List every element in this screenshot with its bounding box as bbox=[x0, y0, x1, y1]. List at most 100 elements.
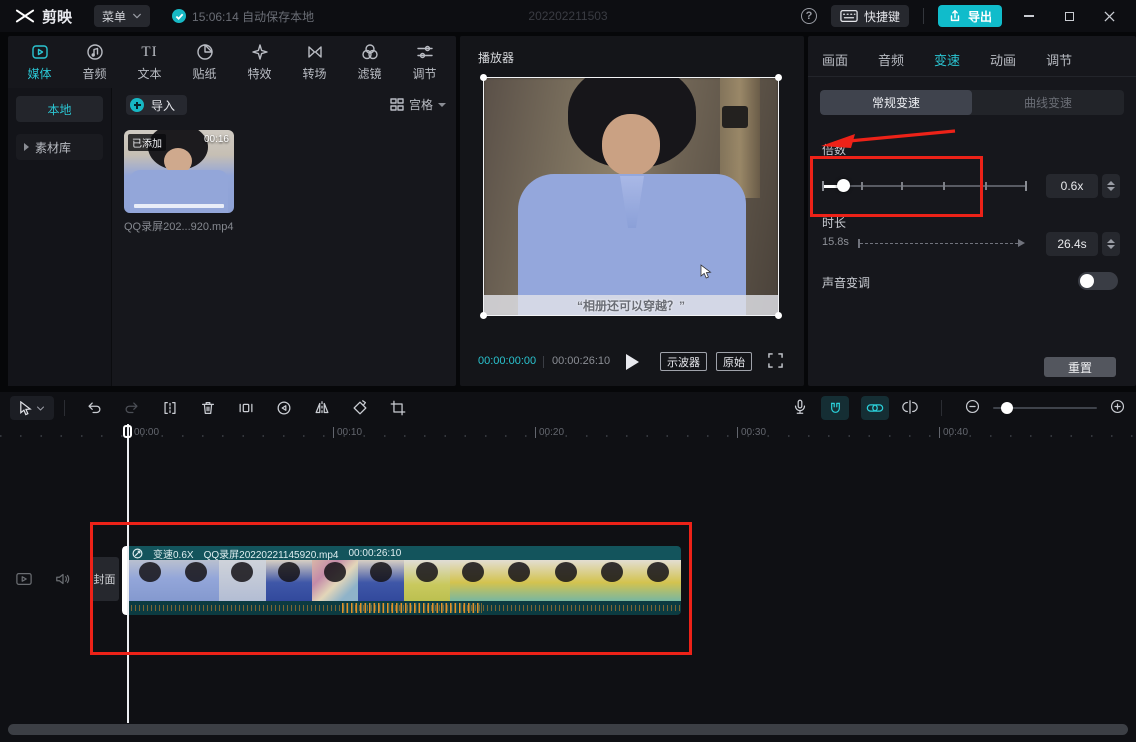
record-audio-button[interactable] bbox=[791, 398, 809, 419]
play-button[interactable] bbox=[626, 354, 639, 370]
keyboard-icon bbox=[840, 9, 858, 23]
aspect-ratio-button[interactable]: 原始 bbox=[716, 352, 752, 371]
timeline-ruler[interactable]: 00:00 00:10 00:20 00:30 00:40 bbox=[0, 424, 1136, 446]
tab-adjust[interactable]: 调节 bbox=[400, 42, 450, 88]
select-tool-icon bbox=[19, 401, 32, 416]
sidebar-item-library[interactable]: 素材库 bbox=[16, 134, 103, 160]
curve-speed-option[interactable]: 曲线变速 bbox=[972, 90, 1124, 115]
magnet-icon bbox=[827, 400, 844, 417]
titlebar-divider bbox=[923, 8, 924, 24]
normal-speed-option[interactable]: 常规变速 bbox=[820, 90, 972, 115]
help-icon[interactable]: ? bbox=[801, 8, 817, 24]
pitch-toggle[interactable] bbox=[1078, 272, 1118, 290]
maximize-button[interactable] bbox=[1056, 3, 1082, 29]
sidebar-item-local[interactable]: 本地 bbox=[16, 96, 103, 122]
scope-button[interactable]: 示波器 bbox=[660, 352, 707, 371]
zoom-out-icon bbox=[964, 398, 981, 415]
zoom-out-button[interactable] bbox=[964, 398, 981, 418]
undo-button[interactable] bbox=[75, 399, 113, 417]
selection-handle[interactable] bbox=[480, 312, 487, 319]
reverse-button[interactable] bbox=[265, 399, 303, 417]
zoom-slider-knob[interactable] bbox=[1001, 402, 1013, 414]
transition-icon bbox=[305, 42, 325, 62]
adjust-icon bbox=[415, 42, 435, 62]
split-button[interactable] bbox=[151, 399, 189, 417]
mirror-button[interactable] bbox=[303, 399, 341, 417]
speed-stepper[interactable] bbox=[1102, 174, 1120, 198]
tab-sticker[interactable]: 贴纸 bbox=[180, 42, 230, 88]
text-icon: TI bbox=[141, 42, 157, 62]
crop-button[interactable] bbox=[379, 399, 417, 417]
speaker-icon bbox=[55, 572, 71, 586]
undo-icon bbox=[85, 399, 103, 417]
fullscreen-icon bbox=[768, 353, 783, 368]
horizontal-scrollbar[interactable] bbox=[8, 724, 1128, 735]
selection-handle[interactable] bbox=[480, 74, 487, 81]
stepper-down-icon bbox=[1107, 245, 1115, 249]
tab-audio-settings[interactable]: 音频 bbox=[878, 50, 904, 69]
plus-icon bbox=[130, 98, 144, 112]
reverse-icon bbox=[275, 399, 293, 417]
close-icon bbox=[1104, 11, 1115, 22]
duration-stepper[interactable] bbox=[1102, 232, 1120, 256]
zoom-in-button[interactable] bbox=[1109, 398, 1126, 418]
shortcuts-button[interactable]: 快捷键 bbox=[831, 5, 909, 27]
cursor-pointer-icon bbox=[700, 264, 713, 280]
tab-adjustment[interactable]: 调节 bbox=[1046, 50, 1072, 69]
import-button[interactable]: 导入 bbox=[126, 95, 187, 115]
layout-mode-selector[interactable]: 宫格 bbox=[390, 96, 446, 113]
tab-animation[interactable]: 动画 bbox=[990, 50, 1016, 69]
selection-handle[interactable] bbox=[775, 74, 782, 81]
fullscreen-button[interactable] bbox=[768, 353, 783, 371]
tab-audio[interactable]: 音频 bbox=[70, 42, 120, 88]
speed-mode-switch: 常规变速 曲线变速 bbox=[820, 90, 1124, 115]
freeze-frame-button[interactable] bbox=[227, 399, 265, 417]
magnetic-snap-button[interactable] bbox=[821, 396, 849, 420]
speed-value-input[interactable]: 0.6x bbox=[1046, 174, 1098, 198]
sticker-icon bbox=[195, 42, 215, 62]
minimize-icon bbox=[1024, 15, 1034, 17]
select-tool-button[interactable] bbox=[10, 396, 54, 420]
media-panel: 媒体 音频 TI 文本 贴纸 特效 转场 bbox=[8, 36, 456, 386]
delete-button[interactable] bbox=[189, 399, 227, 417]
tab-picture[interactable]: 画面 bbox=[822, 50, 848, 69]
minimize-button[interactable] bbox=[1016, 3, 1042, 29]
media-thumbnail[interactable]: 已添加 00:16 bbox=[124, 130, 234, 213]
crop-icon bbox=[389, 399, 407, 417]
track-video-icon bbox=[16, 572, 32, 586]
tab-media[interactable]: 媒体 bbox=[15, 42, 65, 88]
preview-axis-button[interactable] bbox=[901, 398, 919, 419]
media-source-sidebar: 本地 素材库 bbox=[8, 88, 112, 386]
split-icon bbox=[161, 399, 179, 417]
tab-text[interactable]: TI 文本 bbox=[125, 42, 175, 88]
tab-transition[interactable]: 转场 bbox=[290, 42, 340, 88]
timeline-zoom-slider[interactable] bbox=[993, 407, 1097, 409]
annotation-rect-speed-slider bbox=[810, 156, 983, 217]
toggle-track-button[interactable] bbox=[16, 572, 32, 589]
total-timecode: 00:00:26:10 bbox=[552, 355, 610, 367]
clip-duration: 00:16 bbox=[204, 134, 229, 145]
auto-link-button[interactable] bbox=[861, 396, 889, 420]
titlebar: 剪映 菜单 15:06:14 自动保存本地 202202211503 ? 快捷键 bbox=[0, 0, 1136, 32]
tab-filter[interactable]: 滤镜 bbox=[345, 42, 395, 88]
menu-button[interactable]: 菜单 bbox=[94, 5, 150, 27]
rotate-button[interactable] bbox=[341, 399, 379, 417]
mute-track-button[interactable] bbox=[55, 572, 71, 589]
video-preview[interactable]: “相册还可以穿越？” bbox=[483, 77, 779, 316]
clip-filename: QQ录屏202...920.mp4 bbox=[124, 218, 240, 234]
tab-speed[interactable]: 变速 bbox=[934, 50, 960, 69]
duration-value-input[interactable]: 26.4s bbox=[1046, 232, 1098, 256]
media-icon bbox=[30, 42, 50, 62]
duration-arrow-line bbox=[860, 243, 1018, 244]
chevron-down-icon bbox=[438, 103, 446, 107]
preview-axis-icon bbox=[901, 398, 919, 416]
chevron-down-icon bbox=[36, 404, 45, 413]
reset-button[interactable]: 重置 bbox=[1044, 357, 1116, 377]
original-duration: 15.8s bbox=[822, 236, 849, 248]
redo-button[interactable] bbox=[113, 399, 151, 417]
export-button[interactable]: 导出 bbox=[938, 5, 1002, 27]
tab-effects[interactable]: 特效 bbox=[235, 42, 285, 88]
close-button[interactable] bbox=[1096, 3, 1122, 29]
playhead-handle[interactable] bbox=[123, 425, 132, 438]
selection-handle[interactable] bbox=[775, 312, 782, 319]
